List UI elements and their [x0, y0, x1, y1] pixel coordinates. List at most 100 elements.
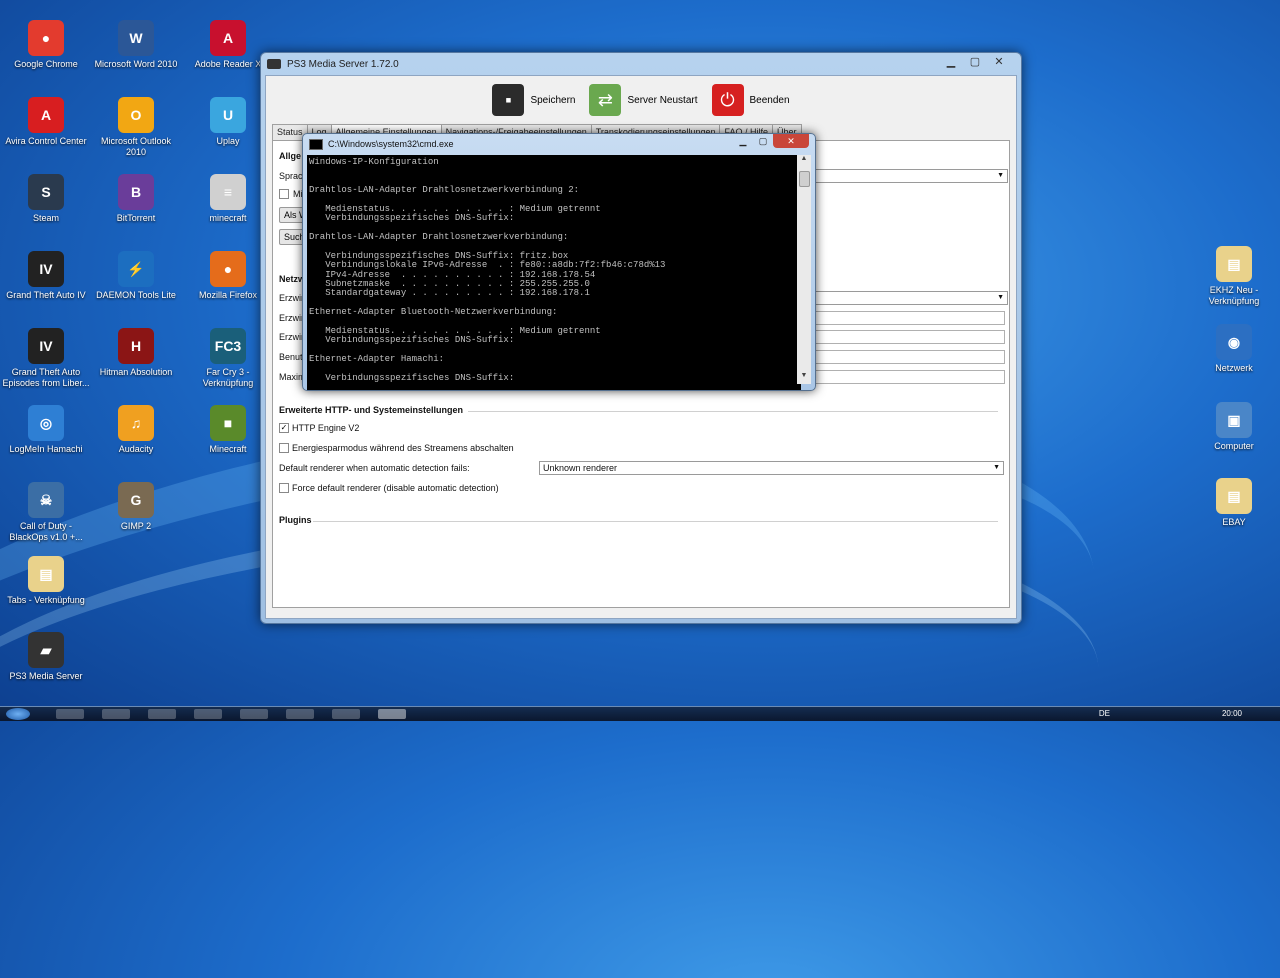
desktop-icon-10[interactable]: IV Grand Theft Auto IV [0, 251, 92, 301]
app-icon: ▰ [28, 632, 64, 668]
minimize-icon[interactable]: ▁ [939, 54, 963, 70]
app-icon: B [118, 174, 154, 210]
scroll-thumb[interactable] [799, 171, 810, 187]
tray-clock[interactable]: 20:00 [1222, 709, 1242, 718]
network-field-2[interactable] [813, 311, 1005, 325]
app-icon: A [210, 20, 246, 56]
scroll-down-icon[interactable]: ▼ [797, 372, 811, 384]
save-label: Speichern [530, 94, 576, 106]
force-renderer-checkbox[interactable] [279, 483, 289, 493]
desktop-icon-22[interactable]: ▰ PS3 Media Server [0, 632, 92, 682]
plugins-heading: Plugins [279, 515, 312, 525]
desktop-icon-label: Avira Control Center [5, 136, 87, 146]
energy-checkbox[interactable] [279, 443, 289, 453]
floppy-icon: ▪ [492, 84, 525, 116]
console-line: Verbindungsspezifisches DNS-Suffix: [309, 372, 515, 383]
close-icon[interactable]: ✕ [773, 134, 809, 148]
desktop-icon-label: PS3 Media Server [9, 671, 83, 681]
renderer-value: Unknown renderer [543, 463, 618, 473]
maximize-icon[interactable]: ▢ [963, 54, 987, 70]
desktop-icon-16[interactable]: ◎ LogMeIn Hamachi [0, 405, 92, 455]
desktop-icon-label: Tabs - Verknüpfung [7, 595, 85, 605]
mi-checkbox[interactable] [279, 189, 289, 199]
save-button[interactable]: ▪ Speichern [492, 84, 575, 116]
desktop-icon-8[interactable]: B BitTorrent [90, 174, 182, 224]
plugins-divider [313, 521, 998, 522]
app-icon: FC3 [210, 328, 246, 364]
language-combo[interactable]: ▼ [813, 169, 1008, 183]
taskbar-app-7[interactable] [332, 709, 360, 719]
app-icon: ▤ [1216, 478, 1252, 514]
app-icon: O [118, 97, 154, 133]
network-field-4[interactable] [813, 350, 1005, 364]
console-scrollbar[interactable]: ▲ ▼ [797, 155, 811, 384]
desktop-icon-14[interactable]: H Hitman Absolution [90, 328, 182, 378]
pms-titlebar[interactable]: PS3 Media Server 1.72.0 [261, 53, 1021, 75]
app-icon: ⚡ [118, 251, 154, 287]
start-button[interactable] [6, 708, 30, 720]
desktop-icon-label: DAEMON Tools Lite [96, 290, 176, 300]
taskbar-app-4[interactable] [194, 709, 222, 719]
desktop-icon-label: Grand Theft Auto IV [6, 290, 86, 300]
general-heading: Allge [279, 151, 302, 161]
app-icon: ≡ [210, 174, 246, 210]
desktop-icon-13[interactable]: IV Grand Theft Auto Episodes from Liber..… [0, 328, 92, 389]
console-line: Ethernet-Adapter Hamachi: [309, 354, 445, 365]
app-icon: ◉ [1216, 324, 1252, 360]
desktop-icon-7[interactable]: S Steam [0, 174, 92, 224]
taskbar-chrome[interactable] [56, 709, 84, 719]
desktop-icon-4[interactable]: A Avira Control Center [0, 97, 92, 147]
pms-app-icon [267, 59, 281, 69]
desktop-icon-5[interactable]: O Microsoft Outlook 2010 [90, 97, 182, 158]
desktop-icon-4[interactable]: ▤ EBAY [1188, 478, 1280, 528]
http-heading: Erweiterte HTTP- und Systemeinstellungen [279, 405, 464, 415]
restart-arrows-icon: ⇄ [589, 84, 622, 116]
quit-button[interactable]: ⏻ Beenden [711, 84, 790, 116]
close-icon[interactable]: ✕ [987, 54, 1011, 70]
network-field-3[interactable] [813, 330, 1005, 344]
http-engine-checkbox[interactable]: ✓ [279, 423, 289, 433]
app-icon: A [28, 97, 64, 133]
taskbar-app-3[interactable] [148, 709, 176, 719]
desktop-icon-21[interactable]: ▤ Tabs - Verknüpfung [0, 556, 92, 606]
restart-button[interactable]: ⇄ Server Neustart [589, 84, 698, 116]
minimize-icon[interactable]: ▁ [733, 134, 753, 148]
network-combo[interactable]: ▼ [813, 291, 1008, 305]
taskbar-app-6[interactable] [286, 709, 314, 719]
desktop-icon-label: Computer [1214, 441, 1254, 451]
console-output[interactable]: Windows-IP-Konfiguration Drahtlos-LAN-Ada… [307, 155, 801, 390]
language-label: Sprac [279, 171, 303, 181]
app-icon: ● [210, 251, 246, 287]
desktop-icon-17[interactable]: ♫ Audacity [90, 405, 182, 455]
taskbar: DE 20:00 [0, 706, 1280, 721]
taskbar-cmd[interactable] [378, 709, 406, 719]
renderer-combo[interactable]: Unknown renderer ▼ [539, 461, 1004, 475]
chevron-down-icon: ▼ [997, 294, 1004, 301]
scroll-up-icon[interactable]: ▲ [797, 155, 811, 167]
desktop-icon-2[interactable]: W Microsoft Word 2010 [90, 20, 182, 70]
desktop-icon-20[interactable]: G GIMP 2 [90, 482, 182, 532]
cmd-window[interactable]: C:\Windows\system32\cmd.exe ▁ ▢ ✕ Window… [302, 133, 816, 391]
desktop-icon-2[interactable]: ◉ Netzwerk [1188, 324, 1280, 374]
desktop-icon-19[interactable]: ☠ Call of Duty - BlackOps v1.0 +... [0, 482, 92, 543]
taskbar-explorer[interactable] [102, 709, 130, 719]
console-line: Standardgateway . . . . . . . . . : 192.… [309, 288, 590, 299]
chevron-down-icon: ▼ [997, 172, 1004, 179]
desktop-icon-1[interactable]: ● Google Chrome [0, 20, 92, 70]
network-field-5[interactable] [813, 370, 1005, 384]
taskbar-app-5[interactable] [240, 709, 268, 719]
desktop-icon-11[interactable]: ⚡ DAEMON Tools Lite [90, 251, 182, 301]
desktop-icon-1[interactable]: ▤ EKHZ Neu - Verknüpfung [1188, 246, 1280, 307]
desktop-icon-label: LogMeIn Hamachi [9, 444, 83, 454]
cmd-title: C:\Windows\system32\cmd.exe [328, 139, 454, 149]
desktop-icon-3[interactable]: ▣ Computer [1188, 402, 1280, 452]
console-line: Drahtlos-LAN-Adapter Drahtlosnetzwerkver… [309, 232, 569, 243]
app-icon: ♫ [118, 405, 154, 441]
desktop-icon-label: Grand Theft Auto Episodes from Liber... [2, 367, 90, 388]
maximize-icon[interactable]: ▢ [753, 134, 773, 148]
desktop-icon-label: EBAY [1222, 517, 1246, 527]
tray-language[interactable]: DE [1099, 709, 1110, 718]
energy-label: Energiesparmodus während des Streamens a… [292, 443, 514, 453]
app-icon: S [28, 174, 64, 210]
app-icon: ▤ [28, 556, 64, 592]
